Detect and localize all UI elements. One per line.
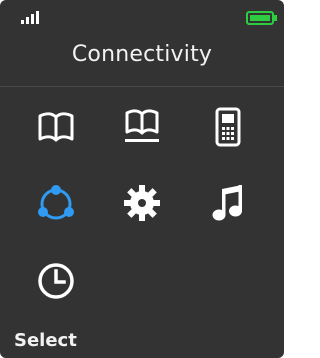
menu-item-contacts[interactable]	[10, 90, 102, 164]
mobile-phone-icon	[215, 107, 241, 147]
signal-strength-icon	[21, 11, 39, 24]
title-divider	[0, 86, 284, 87]
clock-icon	[38, 263, 74, 299]
menu-item-music[interactable]	[182, 166, 274, 240]
phone-screen: Connectivity Select	[0, 0, 284, 358]
book-underlined-icon	[125, 109, 159, 142]
book-open-icon	[38, 112, 74, 142]
battery-full-icon	[246, 11, 277, 25]
connectivity-network-icon	[38, 185, 74, 220]
softkey-bar: Select	[0, 326, 284, 358]
menu-item-phone[interactable]	[182, 90, 274, 164]
settings-gear-icon	[124, 185, 160, 221]
menu-grid	[0, 90, 284, 320]
page-title: Connectivity	[71, 42, 213, 67]
menu-item-phonebook[interactable]	[96, 90, 188, 164]
status-bar	[0, 0, 284, 36]
select-softkey[interactable]: Select	[14, 330, 77, 351]
menu-item-settings[interactable]	[96, 166, 188, 240]
menu-item-connectivity[interactable]	[10, 166, 102, 240]
music-note-icon	[212, 185, 242, 221]
menu-item-clock[interactable]	[10, 244, 102, 318]
